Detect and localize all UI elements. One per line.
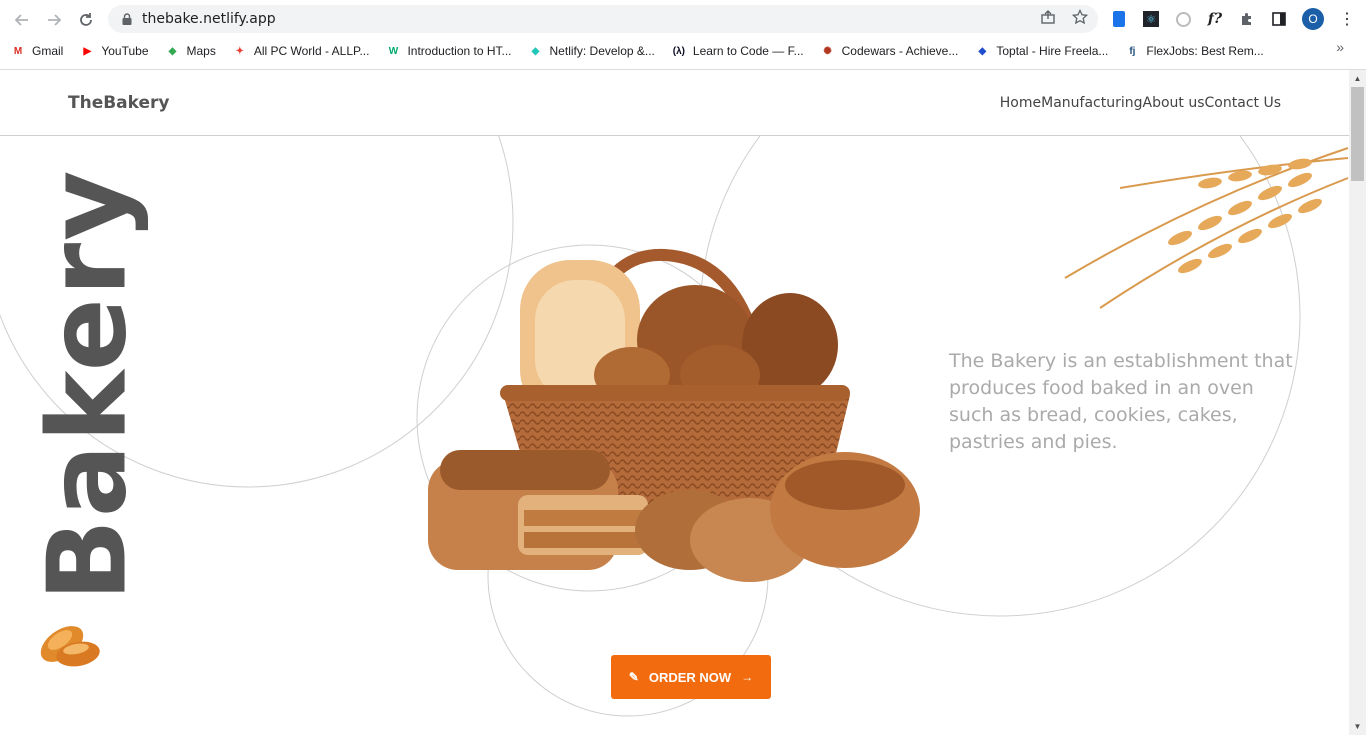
bookmark-item[interactable]: ◆ Maps (165, 43, 216, 59)
bookmark-item[interactable]: ✦ All PC World - ALLP... (232, 43, 370, 59)
hero-description: The Bakery is an establishment that prod… (949, 350, 1293, 453)
order-now-label: ORDER NOW (648, 669, 732, 685)
side-panel-icon[interactable] (1270, 10, 1288, 28)
scroll-down-icon[interactable]: ▼ (1349, 718, 1366, 735)
page-scrollbar[interactable]: ▲ ▼ (1349, 70, 1366, 735)
share-icon[interactable] (1040, 9, 1056, 29)
bookmarks-overflow-icon[interactable]: » (1336, 39, 1344, 55)
extension-circle-icon[interactable] (1174, 10, 1192, 28)
wheat-image (1064, 147, 1349, 309)
bookmark-star-icon[interactable] (1071, 8, 1089, 29)
hero-vertical-word: Bakery (10, 160, 151, 610)
url-text[interactable]: thebake.netlify.app (142, 11, 276, 27)
freecodecamp-icon: (λ) (672, 45, 685, 57)
site-brand[interactable]: TheBakery (68, 93, 170, 113)
bookmark-label: Maps (186, 44, 216, 58)
fonts-ninja-icon[interactable]: f? (1206, 10, 1224, 28)
maps-icon: ◆ (168, 45, 177, 57)
kebab-menu-icon[interactable]: ⋮ (1338, 10, 1356, 28)
bookmark-label: Learn to Code — F... (692, 44, 804, 58)
site-nav: Home Manufacturing About us Contact Us (1000, 95, 1281, 111)
bookmark-item[interactable]: ✺ Codewars - Achieve... (820, 43, 959, 59)
address-bar[interactable]: thebake.netlify.app (108, 5, 1098, 33)
bookmark-label: All PC World - ALLP... (253, 44, 370, 58)
profile-avatar[interactable]: O (1302, 8, 1324, 30)
extensions-puzzle-icon[interactable] (1238, 10, 1256, 28)
w3schools-icon: W (388, 45, 399, 57)
react-devtools-icon[interactable]: ⚛ (1142, 10, 1160, 28)
page-viewport: TheBakery Home Manufacturing About us Co… (0, 70, 1349, 735)
site-header: TheBakery Home Manufacturing About us Co… (0, 70, 1349, 136)
bookmark-item[interactable]: (λ) Learn to Code — F... (671, 43, 804, 59)
nav-home[interactable]: Home (1000, 95, 1041, 111)
scroll-up-icon[interactable]: ▲ (1349, 70, 1366, 87)
bookmark-item[interactable]: W Introduction to HT... (385, 43, 512, 59)
pencil-icon: ✎ (628, 670, 639, 684)
bookmark-item[interactable]: M Gmail (10, 43, 64, 59)
lock-icon[interactable] (120, 12, 134, 26)
bookmarks-bar: M Gmail ▶ YouTube ◆ Maps ✦ All PC World - ALLP.… (10, 39, 1356, 63)
toptal-icon: ◆ (978, 45, 987, 57)
bread-roll-image (40, 626, 100, 667)
forward-icon[interactable] (38, 4, 70, 36)
youtube-icon: ▶ (83, 45, 92, 57)
scrollbar-thumb[interactable] (1351, 87, 1364, 181)
bookmark-label: Toptal - Hire Freela... (996, 44, 1109, 58)
bookmark-item[interactable]: fj FlexJobs: Best Rem... (1124, 43, 1263, 59)
bookmark-label: FlexJobs: Best Rem... (1146, 44, 1264, 58)
bakery-vertical-text: Bakery (25, 168, 151, 602)
codewars-icon: ✺ (823, 45, 832, 57)
nav-manufacturing[interactable]: Manufacturing (1041, 95, 1142, 111)
bookmark-label: Introduction to HT... (407, 44, 512, 58)
bookmark-label: YouTube (101, 44, 149, 58)
browser-chrome: thebake.netlify.app ⚛ f? O ⋮ M Gmail ▶ YouT… (0, 0, 1366, 70)
omnibox-actions (1040, 5, 1089, 33)
netlify-icon: ◆ (531, 45, 540, 57)
bookmark-item[interactable]: ◆ Toptal - Hire Freela... (974, 43, 1108, 59)
extensions-row: ⚛ f? O ⋮ (1110, 5, 1356, 33)
nav-about-us[interactable]: About us (1143, 95, 1205, 111)
bookmark-label: Gmail (32, 44, 64, 58)
bookmark-label: Codewars - Achieve... (841, 44, 959, 58)
bookmark-label: Netlify: Develop &... (549, 44, 655, 58)
order-now-button[interactable]: ✎ ORDER NOW → (611, 655, 771, 699)
bookmark-item[interactable]: ▶ YouTube (79, 43, 148, 59)
bread-basket-image (428, 248, 920, 582)
nav-contact-us[interactable]: Contact Us (1205, 95, 1281, 111)
back-icon[interactable] (6, 4, 38, 36)
gmail-icon: M (13, 45, 23, 57)
extension-tab-icon[interactable] (1110, 10, 1128, 28)
reload-icon[interactable] (70, 4, 102, 36)
flexjobs-icon: fj (1129, 45, 1136, 57)
allpcworld-icon: ✦ (235, 45, 245, 57)
bookmark-item[interactable]: ◆ Netlify: Develop &... (528, 43, 655, 59)
arrow-right-icon: → (741, 670, 754, 684)
